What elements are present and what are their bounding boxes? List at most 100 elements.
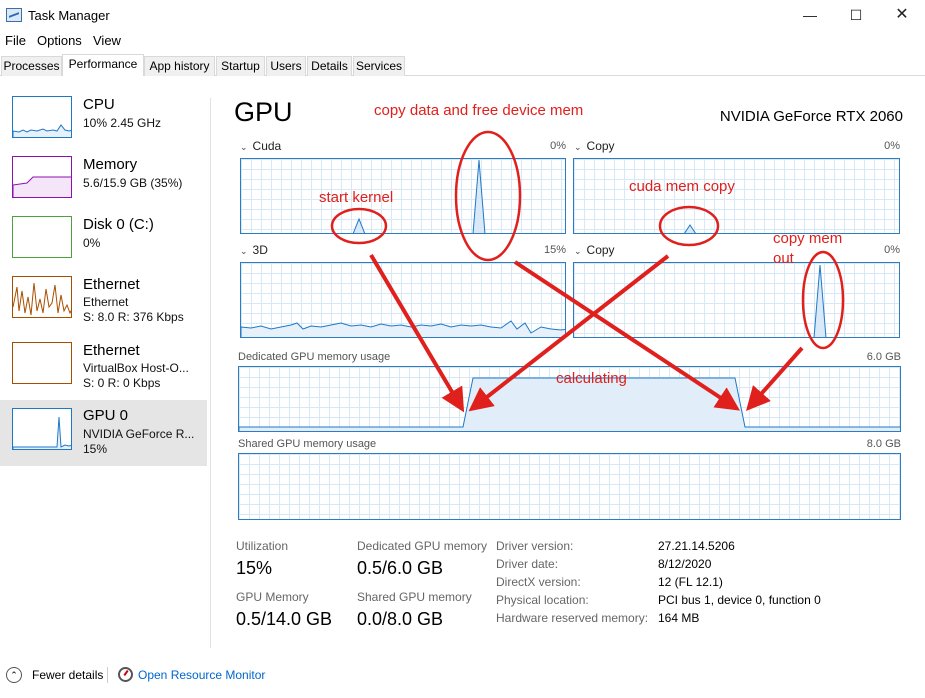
annotation-cuda-mem-copy: cuda mem copy bbox=[629, 178, 735, 195]
tab-processes[interactable]: Processes bbox=[1, 56, 62, 76]
annotation-calculating: calculating bbox=[556, 370, 627, 387]
engine-selector-3d[interactable]: ⌄ 3D bbox=[240, 243, 268, 257]
annotation-copy-mem-out-line2: out bbox=[773, 250, 794, 267]
gpu-model-name: NVIDIA GeForce RTX 2060 bbox=[719, 108, 903, 125]
tab-app-history[interactable]: App history bbox=[144, 56, 215, 76]
chevron-down-icon: ⌄ bbox=[240, 246, 248, 256]
menu-file[interactable]: File bbox=[5, 33, 26, 48]
sidebar-item-sub: Ethernet bbox=[83, 295, 129, 309]
sidebar-item-rates: S: 8.0 R: 376 Kbps bbox=[83, 310, 184, 324]
shared-memory-max: 8.0 GB bbox=[866, 438, 901, 450]
gpu-memory-label: GPU Memory bbox=[236, 590, 309, 604]
sidebar-item-title: Disk 0 (C:) bbox=[83, 216, 154, 233]
chevron-down-icon: ⌄ bbox=[240, 142, 248, 152]
sidebar-item-usage: 15% bbox=[83, 442, 108, 456]
engine-selector-copy[interactable]: ⌄ Copy bbox=[574, 139, 615, 153]
close-icon[interactable]: ✕ bbox=[879, 0, 925, 30]
directx-version-label: DirectX version: bbox=[496, 575, 581, 589]
title-bar: Task Manager — ☐ ✕ bbox=[0, 0, 925, 30]
sidebar-item-sub: 10% 2.45 GHz bbox=[83, 116, 162, 130]
driver-date-label: Driver date: bbox=[496, 557, 559, 571]
utilization-value: 15% bbox=[236, 558, 273, 578]
sidebar-item-ethernet-virtualbox[interactable]: Ethernet VirtualBox Host-O... S: 0 R: 0 … bbox=[0, 336, 207, 402]
engine-percent: 0% bbox=[884, 244, 900, 256]
physical-location-value: PCI bus 1, device 0, function 0 bbox=[658, 593, 821, 607]
memory-thumbnail bbox=[12, 156, 72, 198]
menu-options[interactable]: Options bbox=[37, 33, 82, 48]
page-title: GPU bbox=[234, 97, 293, 127]
gpu-thumbnail bbox=[12, 408, 72, 450]
annotation-copy-data-free: copy data and free device mem bbox=[374, 102, 584, 119]
engine-percent: 15% bbox=[543, 244, 566, 256]
sidebar-item-title: Memory bbox=[83, 156, 138, 173]
tab-services[interactable]: Services bbox=[353, 56, 405, 76]
directx-version-value: 12 (FL 12.1) bbox=[658, 575, 723, 589]
open-resource-monitor-link[interactable]: Open Resource Monitor bbox=[138, 668, 265, 682]
engine-graph-3d bbox=[240, 262, 566, 338]
cpu-thumbnail bbox=[12, 96, 72, 138]
tab-details[interactable]: Details bbox=[307, 56, 352, 76]
dedicated-gpu-memory-label: Dedicated GPU memory bbox=[357, 539, 488, 553]
resource-sidebar: CPU 10% 2.45 GHz Memory 5.6/15.9 GB (35%… bbox=[0, 90, 207, 650]
sidebar-item-title: Ethernet bbox=[83, 342, 140, 359]
engine-percent: 0% bbox=[884, 140, 900, 152]
tab-strip: Processes Performance App history Startu… bbox=[0, 54, 925, 76]
resource-monitor-icon bbox=[118, 667, 133, 682]
engine-selector-cuda[interactable]: ⌄ Cuda bbox=[240, 139, 281, 153]
maximize-icon[interactable]: ☐ bbox=[833, 0, 879, 30]
physical-location-label: Physical location: bbox=[496, 593, 589, 607]
sidebar-item-sub: VirtualBox Host-O... bbox=[83, 361, 189, 375]
tab-startup[interactable]: Startup bbox=[216, 56, 265, 76]
dedicated-memory-max: 6.0 GB bbox=[866, 351, 901, 363]
sidebar-item-gpu[interactable]: GPU 0 NVIDIA GeForce R... 15% bbox=[0, 400, 207, 466]
dedicated-gpu-memory-value: 0.5/6.0 GB bbox=[357, 558, 444, 578]
tab-performance[interactable]: Performance bbox=[62, 54, 144, 76]
chevron-down-icon: ⌄ bbox=[574, 246, 582, 256]
ethernet-thumbnail bbox=[12, 342, 72, 384]
sidebar-item-rates: S: 0 R: 0 Kbps bbox=[83, 376, 161, 390]
engine-selector-copy-2[interactable]: ⌄ Copy bbox=[574, 243, 615, 257]
shared-gpu-memory-value: 0.0/8.0 GB bbox=[357, 609, 444, 629]
chevron-up-icon[interactable]: ⌃ bbox=[6, 667, 22, 683]
sidebar-item-disk[interactable]: Disk 0 (C:) 0% bbox=[0, 210, 207, 276]
driver-version-label: Driver version: bbox=[496, 539, 574, 553]
engine-name: Cuda bbox=[252, 139, 282, 153]
sidebar-item-title: GPU 0 bbox=[83, 407, 129, 424]
sidebar-item-sub: NVIDIA GeForce R... bbox=[83, 427, 195, 441]
dedicated-memory-label: Dedicated GPU memory usage bbox=[238, 351, 391, 363]
engine-graph-cuda bbox=[240, 158, 566, 234]
sidebar-item-cpu[interactable]: CPU 10% 2.45 GHz bbox=[0, 90, 207, 156]
hardware-reserved-value: 164 MB bbox=[658, 611, 700, 625]
sidebar-item-title: Ethernet bbox=[83, 276, 140, 293]
engine-graph-copy bbox=[573, 158, 900, 234]
engine-name: 3D bbox=[252, 243, 268, 257]
engine-graph-copy-2 bbox=[573, 262, 900, 338]
window-title: Task Manager bbox=[28, 8, 110, 23]
disk-thumbnail bbox=[12, 216, 72, 258]
menu-view[interactable]: View bbox=[93, 33, 121, 48]
annotation-copy-mem-out-line1: copy mem bbox=[773, 230, 843, 247]
engine-name: Copy bbox=[586, 243, 615, 257]
chevron-down-icon: ⌄ bbox=[574, 142, 582, 152]
sidebar-divider bbox=[210, 98, 211, 648]
engine-percent: 0% bbox=[550, 140, 566, 152]
fewer-details-link[interactable]: Fewer details bbox=[32, 668, 103, 682]
sidebar-item-sub: 0% bbox=[83, 236, 101, 250]
driver-version-value: 27.21.14.5206 bbox=[658, 539, 735, 553]
driver-date-value: 8/12/2020 bbox=[658, 557, 712, 571]
shared-memory-label: Shared GPU memory usage bbox=[238, 438, 377, 450]
footer-divider bbox=[107, 667, 108, 683]
sidebar-item-title: CPU bbox=[83, 96, 115, 113]
shared-gpu-memory-label: Shared GPU memory bbox=[357, 590, 472, 604]
sidebar-item-ethernet[interactable]: Ethernet Ethernet S: 8.0 R: 376 Kbps bbox=[0, 270, 207, 336]
minimize-icon[interactable]: — bbox=[787, 0, 833, 30]
shared-memory-graph bbox=[238, 453, 901, 520]
engine-name: Copy bbox=[586, 139, 615, 153]
annotation-start-kernel: start kernel bbox=[319, 189, 394, 206]
tab-users[interactable]: Users bbox=[266, 56, 306, 76]
sidebar-item-sub: 5.6/15.9 GB (35%) bbox=[83, 176, 183, 190]
menu-bar: File Options View bbox=[0, 31, 925, 51]
sidebar-item-memory[interactable]: Memory 5.6/15.9 GB (35%) bbox=[0, 150, 207, 216]
utilization-label: Utilization bbox=[236, 539, 289, 553]
gpu-memory-value: 0.5/14.0 GB bbox=[236, 609, 333, 629]
